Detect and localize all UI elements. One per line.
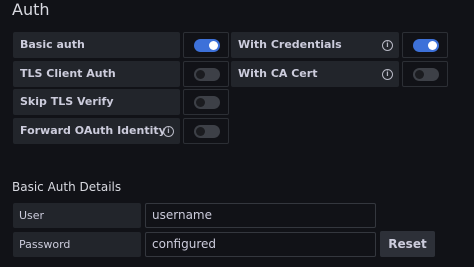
tls-client-auth-label: TLS Client Auth (20, 67, 116, 80)
info-icon[interactable]: i (382, 40, 393, 51)
with-ca-cert-toggle[interactable] (413, 68, 439, 81)
with-credentials-label: With Credentials (238, 38, 342, 51)
skip-tls-verify-toggle[interactable] (194, 96, 220, 109)
reset-button[interactable]: Reset (380, 231, 435, 257)
password-field-label: Password (13, 232, 141, 257)
tls-client-auth-toggle[interactable] (194, 68, 220, 81)
label-with-credentials: With Credentials i (231, 32, 399, 58)
user-input[interactable]: username (145, 203, 376, 228)
with-credentials-toggle-container (402, 32, 448, 58)
with-credentials-toggle[interactable] (413, 39, 439, 52)
forward-oauth-identity-toggle[interactable] (194, 125, 220, 138)
label-skip-tls-verify: Skip TLS Verify (13, 89, 180, 115)
skip-tls-verify-label: Skip TLS Verify (20, 95, 114, 108)
label-basic-auth: Basic auth (13, 32, 180, 58)
tls-client-auth-toggle-container (183, 61, 229, 87)
label-with-ca-cert: With CA Cert i (231, 61, 399, 87)
toggle-knob (196, 98, 205, 107)
basic-auth-label: Basic auth (20, 38, 85, 51)
basic-auth-details-title: Basic Auth Details (12, 180, 122, 194)
toggle-knob (415, 70, 424, 79)
basic-auth-toggle-container (183, 32, 229, 58)
skip-tls-verify-toggle-container (183, 89, 229, 115)
toggle-knob (428, 41, 437, 50)
info-icon[interactable]: i (163, 126, 174, 137)
toggle-knob (209, 41, 218, 50)
user-field-label: User (13, 203, 141, 228)
with-ca-cert-label: With CA Cert (238, 67, 318, 80)
forward-oauth-identity-toggle-container (183, 118, 229, 144)
basic-auth-toggle[interactable] (194, 39, 220, 52)
toggle-knob (196, 127, 205, 136)
label-tls-client-auth: TLS Client Auth (13, 61, 180, 87)
section-title-auth: Auth (12, 0, 50, 19)
password-input[interactable]: configured (145, 232, 376, 257)
label-forward-oauth-identity: Forward OAuth Identity i (13, 118, 180, 144)
toggle-knob (196, 70, 205, 79)
forward-oauth-identity-label: Forward OAuth Identity (20, 124, 166, 137)
with-ca-cert-toggle-container (402, 61, 448, 87)
info-icon[interactable]: i (382, 69, 393, 80)
